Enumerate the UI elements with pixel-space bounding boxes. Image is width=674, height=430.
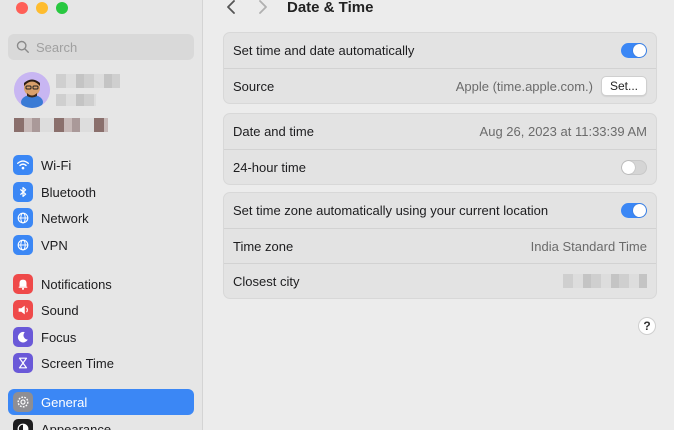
redacted-account-email <box>14 118 108 132</box>
speaker-icon <box>13 300 33 320</box>
auto-time-row: Set time and date automatically <box>224 33 656 68</box>
sidebar-item-label: VPN <box>41 237 68 253</box>
sidebar-item-focus[interactable]: Focus <box>8 324 194 350</box>
sidebar-item-screen-time[interactable]: Screen Time <box>8 350 194 376</box>
close-window-button[interactable] <box>16 2 28 14</box>
appearance-icon <box>13 419 33 430</box>
redacted-city-value <box>563 274 647 288</box>
timezone-value: India Standard Time <box>530 238 647 254</box>
gear-icon <box>13 392 33 412</box>
bell-icon <box>13 274 33 294</box>
chevron-left-icon <box>227 0 235 14</box>
auto-time-toggle[interactable] <box>621 43 647 58</box>
bluetooth-icon <box>13 182 33 202</box>
hour24-toggle[interactable] <box>621 159 647 175</box>
timezone-group: Set time zone automatically using your c… <box>223 192 657 299</box>
sidebar-item-wi-fi[interactable]: Wi-Fi <box>8 152 194 178</box>
sidebar-item-general[interactable]: General <box>8 389 194 415</box>
sidebar-item-label: Focus <box>41 329 77 345</box>
hourglass-icon <box>13 353 33 373</box>
avatar[interactable] <box>14 72 50 108</box>
date-time-group: Date and time Aug 26, 2023 at 11:33:39 A… <box>223 113 657 185</box>
window-controls <box>16 2 68 14</box>
source-label: Source <box>233 78 275 94</box>
sidebar-item-vpn[interactable]: VPN <box>8 232 194 258</box>
source-value: Apple (time.apple.com.) <box>455 78 593 94</box>
redacted-account-detail <box>56 94 96 106</box>
search-icon <box>16 40 29 53</box>
sidebar-item-network[interactable]: Network <box>8 205 194 231</box>
auto-timezone-toggle[interactable] <box>621 203 647 218</box>
date-time-row: Date and time Aug 26, 2023 at 11:33:39 A… <box>224 114 656 149</box>
sidebar-item-label: Network <box>41 210 89 226</box>
vpn-globe-icon <box>13 235 33 255</box>
chevron-right-icon <box>259 0 267 14</box>
sidebar: Wi-Fi Bluetooth Network VPN Notifications Sou… <box>0 0 203 430</box>
sidebar-item-bluetooth[interactable]: Bluetooth <box>8 179 194 205</box>
help-button[interactable]: ? <box>638 317 656 335</box>
search-input[interactable] <box>36 39 186 55</box>
time-source-group: Set time and date automatically Source A… <box>223 32 657 104</box>
auto-time-label: Set time and date automatically <box>233 43 415 58</box>
sidebar-item-appearance[interactable]: Appearance <box>8 416 194 430</box>
source-row: Source Apple (time.apple.com.) Set... <box>224 68 656 103</box>
hour24-label: 24-hour time <box>233 159 306 175</box>
redacted-account-name <box>56 74 120 88</box>
search-box[interactable] <box>8 34 194 60</box>
sidebar-item-sound[interactable]: Sound <box>8 297 194 323</box>
sidebar-item-label: Appearance <box>41 421 112 430</box>
wifi-icon <box>13 155 33 175</box>
sidebar-item-label: Bluetooth <box>41 184 96 200</box>
auto-timezone-row: Set time zone automatically using your c… <box>224 193 656 228</box>
date-time-label: Date and time <box>233 124 314 139</box>
globe-icon <box>13 208 33 228</box>
auto-timezone-label: Set time zone automatically using your c… <box>233 203 549 218</box>
hour24-row: 24-hour time <box>224 149 656 184</box>
set-source-button[interactable]: Set... <box>600 76 647 96</box>
sidebar-item-label: General <box>41 394 88 410</box>
closest-city-row: Closest city <box>224 263 656 298</box>
page-title: Date & Time <box>287 0 374 16</box>
zoom-window-button[interactable] <box>56 2 68 14</box>
moon-icon <box>13 327 33 347</box>
timezone-label: Time zone <box>233 238 294 254</box>
date-time-value[interactable]: Aug 26, 2023 at 11:33:39 AM <box>480 124 647 139</box>
sidebar-item-label: Wi-Fi <box>41 157 72 173</box>
main-content: Date & Time Set time and date automatica… <box>204 0 674 430</box>
minimize-window-button[interactable] <box>36 2 48 14</box>
forward-button[interactable] <box>254 0 272 16</box>
timezone-row: Time zone India Standard Time <box>224 228 656 263</box>
sidebar-item-label: Sound <box>41 302 79 318</box>
back-button[interactable] <box>222 0 240 16</box>
sidebar-item-label: Notifications <box>41 276 112 292</box>
sidebar-item-label: Screen Time <box>41 355 114 371</box>
sidebar-item-notifications[interactable]: Notifications <box>8 271 194 297</box>
closest-city-label: Closest city <box>233 273 300 289</box>
